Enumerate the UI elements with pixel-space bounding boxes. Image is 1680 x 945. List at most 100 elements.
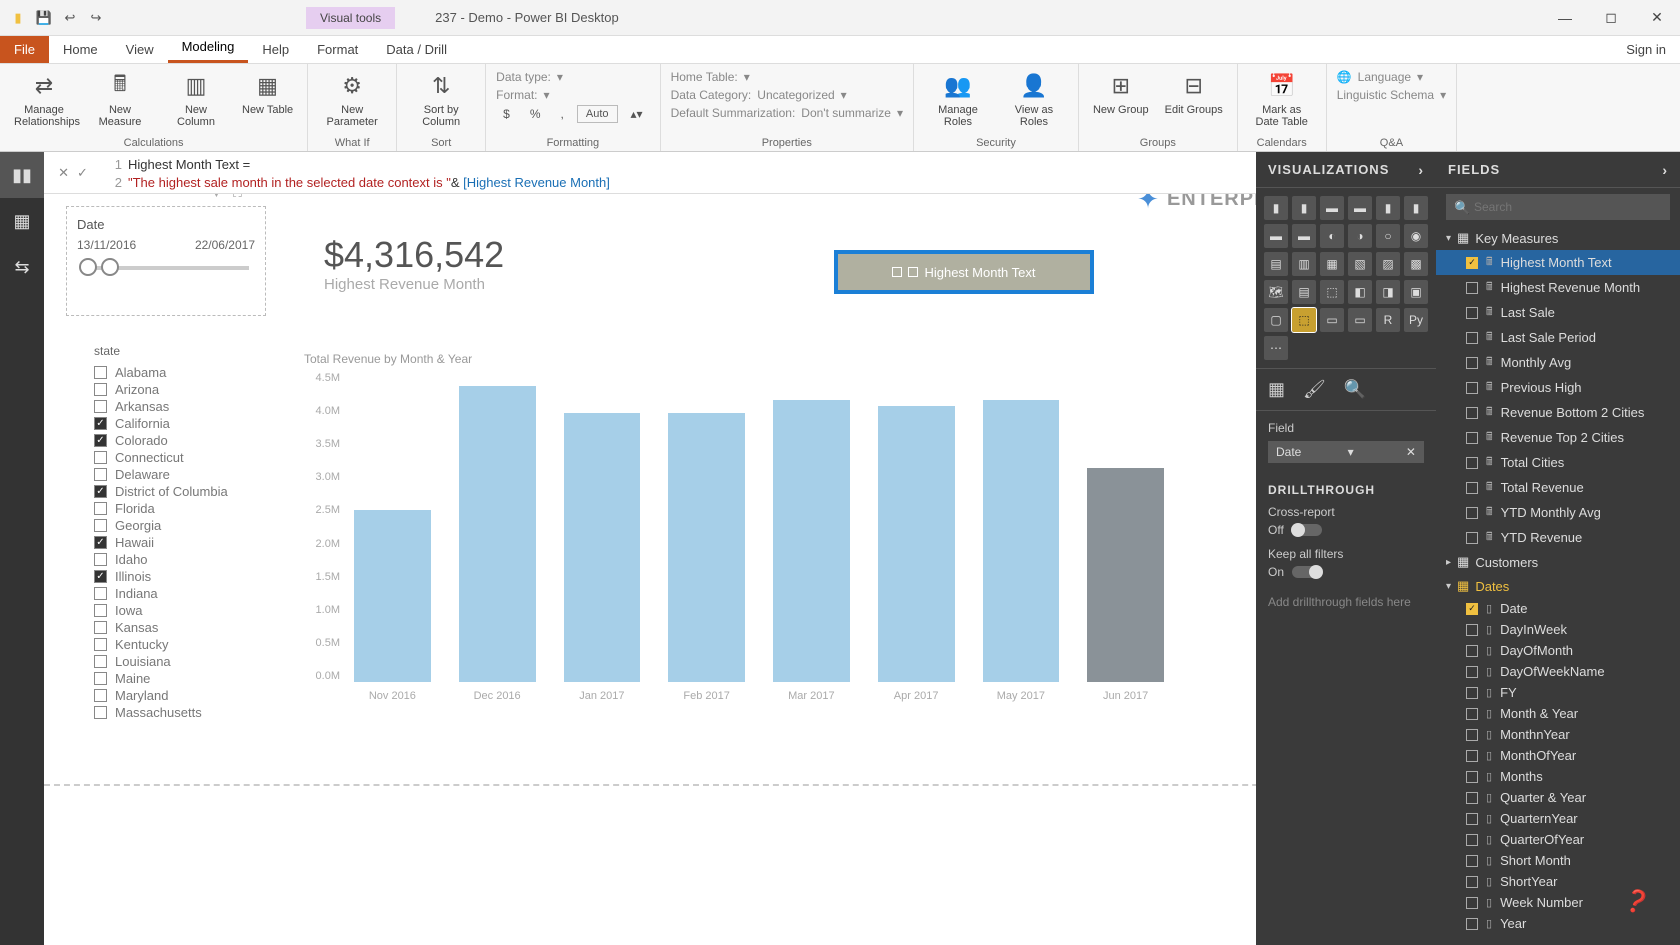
tab-file[interactable]: File [0, 36, 49, 63]
maximize-icon[interactable]: ◻ [1588, 0, 1634, 36]
checkbox-icon[interactable]: ✓ [94, 434, 107, 447]
vis-type-icon[interactable]: ◑ [1348, 224, 1372, 248]
bar[interactable] [983, 400, 1060, 682]
mark-date-table-button[interactable]: 📅Mark as Date Table [1248, 68, 1316, 130]
vis-type-icon[interactable]: ▮ [1264, 196, 1288, 220]
state-row[interactable]: Iowa [94, 602, 264, 619]
vis-type-icon[interactable]: ▤ [1264, 252, 1288, 276]
field-item[interactable]: 🖩Highest Revenue Month [1436, 275, 1680, 300]
state-row[interactable]: ✓Colorado [94, 432, 264, 449]
field-item[interactable]: 🖩YTD Revenue [1436, 525, 1680, 550]
chip-dropdown-icon[interactable]: ▾ [1348, 445, 1354, 459]
close-icon[interactable]: ✕ [1634, 0, 1680, 36]
currency-icon[interactable]: $ [496, 104, 517, 124]
bar[interactable] [1087, 468, 1164, 682]
new-parameter-button[interactable]: ⚙New Parameter [318, 68, 386, 130]
field-checkbox[interactable] [1466, 750, 1478, 762]
field-checkbox[interactable] [1466, 666, 1478, 678]
vis-type-icon[interactable]: ⬚ [1320, 280, 1344, 304]
bar[interactable] [878, 406, 955, 682]
tab-home[interactable]: Home [49, 36, 112, 63]
checkbox-icon[interactable] [94, 706, 107, 719]
field-chip[interactable]: Date ▾ ✕ [1268, 441, 1424, 463]
field-checkbox[interactable]: ✓ [1466, 603, 1478, 615]
field-checkbox[interactable] [1466, 332, 1478, 344]
formula-bar[interactable]: ✕✓ 1Highest Month Text = 2"The highest s… [44, 152, 1398, 194]
tab-help[interactable]: Help [248, 36, 303, 63]
vis-type-icon[interactable]: ▬ [1320, 196, 1344, 220]
state-row[interactable]: Kentucky [94, 636, 264, 653]
vis-type-icon[interactable]: ○ [1376, 224, 1400, 248]
new-measure-button[interactable]: 🖩New Measure [86, 68, 154, 130]
chip-remove-icon[interactable]: ✕ [1406, 445, 1416, 459]
field-checkbox[interactable] [1466, 855, 1478, 867]
vis-type-icon[interactable]: ▬ [1292, 224, 1316, 248]
table-customers[interactable]: ▸▦Customers [1436, 550, 1680, 574]
vis-type-icon[interactable]: Py [1404, 308, 1428, 332]
save-icon[interactable]: 💾 [34, 8, 54, 28]
field-checkbox[interactable] [1466, 897, 1478, 909]
datacat-value[interactable]: Uncategorized [757, 88, 834, 102]
state-row[interactable]: Delaware [94, 466, 264, 483]
fields-header[interactable]: FIELDS› [1436, 152, 1680, 188]
field-checkbox[interactable] [1466, 834, 1478, 846]
new-table-button[interactable]: ▦New Table [238, 68, 297, 118]
field-item[interactable]: ▯Short Month [1436, 850, 1680, 871]
state-row[interactable]: Indiana [94, 585, 264, 602]
field-item[interactable]: ▯ShortYear [1436, 871, 1680, 892]
field-item[interactable]: ▯MonthnYear [1436, 724, 1680, 745]
state-row[interactable]: Massachusetts [94, 704, 264, 721]
slicer-from-date[interactable]: 13/11/2016 [77, 238, 136, 252]
checkbox-icon[interactable] [94, 383, 107, 396]
language-button[interactable]: Language [1358, 70, 1411, 84]
vis-type-icon[interactable]: ▤ [1292, 280, 1316, 304]
field-checkbox[interactable] [1466, 729, 1478, 741]
field-checkbox[interactable] [1466, 645, 1478, 657]
field-checkbox[interactable] [1466, 282, 1478, 294]
field-checkbox[interactable] [1466, 532, 1478, 544]
bar[interactable] [564, 413, 641, 682]
checkbox-icon[interactable]: ✓ [94, 417, 107, 430]
sort-by-column-button[interactable]: ⇅Sort by Column [407, 68, 475, 130]
state-row[interactable]: Connecticut [94, 449, 264, 466]
tab-data-drill[interactable]: Data / Drill [372, 36, 461, 63]
auto-format-button[interactable]: Auto [577, 105, 618, 123]
undo-icon[interactable]: ↩ [60, 8, 80, 28]
field-checkbox[interactable] [1466, 813, 1478, 825]
bar[interactable] [773, 400, 850, 682]
field-item[interactable]: 🖩Last Sale [1436, 300, 1680, 325]
vis-type-icon[interactable]: ▬ [1348, 196, 1372, 220]
format-well-icon[interactable]: 🖌 [1303, 379, 1326, 400]
data-view-icon[interactable]: ▦ [0, 198, 44, 244]
slicer-to-date[interactable]: 22/06/2017 [195, 238, 255, 252]
model-view-icon[interactable]: ⇆ [0, 244, 44, 290]
vis-type-icon[interactable]: ▩ [1404, 252, 1428, 276]
vis-type-icon[interactable]: ◉ [1404, 224, 1428, 248]
thousands-icon[interactable]: , [554, 104, 571, 124]
selected-card-visual[interactable]: Highest Month Text [834, 250, 1094, 294]
fields-well-icon[interactable]: ▦ [1268, 379, 1285, 400]
field-item[interactable]: ▯DayOfMonth [1436, 640, 1680, 661]
cancel-formula-icon[interactable]: ✕ [58, 165, 69, 181]
checkbox-icon[interactable] [94, 519, 107, 532]
checkbox-icon[interactable] [94, 468, 107, 481]
checkbox-icon[interactable] [94, 604, 107, 617]
vis-type-icon[interactable]: R [1376, 308, 1400, 332]
vis-type-icon[interactable]: ▦ [1320, 252, 1344, 276]
state-row[interactable]: Arizona [94, 381, 264, 398]
tab-format[interactable]: Format [303, 36, 372, 63]
signin-link[interactable]: Sign in [1612, 36, 1680, 63]
state-row[interactable]: Maine [94, 670, 264, 687]
new-group-button[interactable]: ⊞New Group [1089, 68, 1153, 118]
edit-groups-button[interactable]: ⊟Edit Groups [1161, 68, 1227, 118]
vis-type-icon[interactable]: ▥ [1292, 252, 1316, 276]
minimize-icon[interactable]: — [1542, 0, 1588, 36]
field-item[interactable]: 🖩Last Sale Period [1436, 325, 1680, 350]
vis-type-icon[interactable]: ▣ [1404, 280, 1428, 304]
field-item[interactable]: ✓🖩Highest Month Text [1436, 250, 1680, 275]
tab-modeling[interactable]: Modeling [168, 33, 249, 63]
state-row[interactable]: Georgia [94, 517, 264, 534]
state-row[interactable]: ✓California [94, 415, 264, 432]
field-item[interactable]: ▯Quarter & Year [1436, 787, 1680, 808]
keep-filters-toggle[interactable]: On [1268, 565, 1424, 579]
